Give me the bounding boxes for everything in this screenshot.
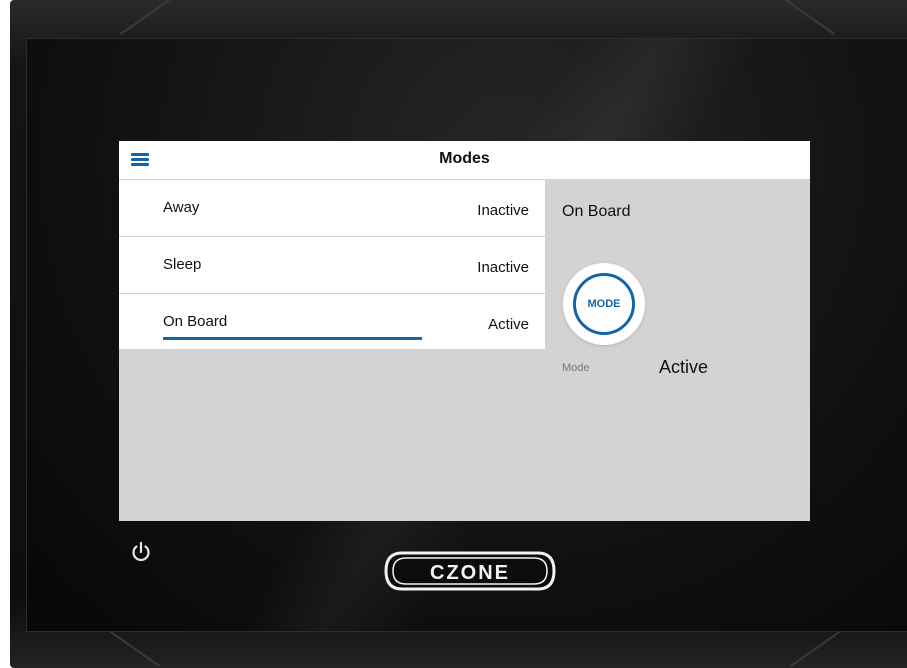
mode-status: Active xyxy=(488,316,529,333)
logo-text: CZONE xyxy=(430,562,510,584)
mode-status: Inactive xyxy=(477,259,529,276)
mode-row-sleep[interactable]: Sleep Inactive xyxy=(119,237,545,294)
mode-name: Away xyxy=(163,199,200,216)
power-icon[interactable] xyxy=(129,540,153,564)
czone-logo: CZONE xyxy=(382,547,558,595)
bezel-edge-line xyxy=(789,630,841,668)
mode-row-away[interactable]: Away Inactive xyxy=(119,180,545,237)
selected-indicator xyxy=(163,337,422,340)
bezel-edge-line xyxy=(109,630,161,668)
mode-name: On Board xyxy=(163,313,228,330)
mode-row-on-board[interactable]: On Board Active xyxy=(119,294,545,349)
detail-title: On Board xyxy=(562,203,631,220)
mode-button-label: MODE xyxy=(587,298,621,310)
mode-status: Inactive xyxy=(477,202,529,219)
app-header: Modes xyxy=(119,141,810,180)
mode-toggle-button[interactable]: MODE xyxy=(563,263,645,345)
bezel-edge-line xyxy=(784,0,836,36)
mode-detail-panel: On Board MODE Mode Active xyxy=(545,180,810,521)
mode-value: Active xyxy=(659,357,709,377)
bezel-edge-line xyxy=(119,0,171,36)
mode-caption: Mode xyxy=(562,362,590,374)
page-title: Modes xyxy=(439,150,490,167)
touch-screen: Modes Away Inactive Sleep Inactive On Bo… xyxy=(119,141,810,521)
mode-name: Sleep xyxy=(163,256,202,273)
mode-list: Away Inactive Sleep Inactive On Board Ac… xyxy=(119,180,545,349)
mode-button-ring: MODE xyxy=(573,273,635,335)
